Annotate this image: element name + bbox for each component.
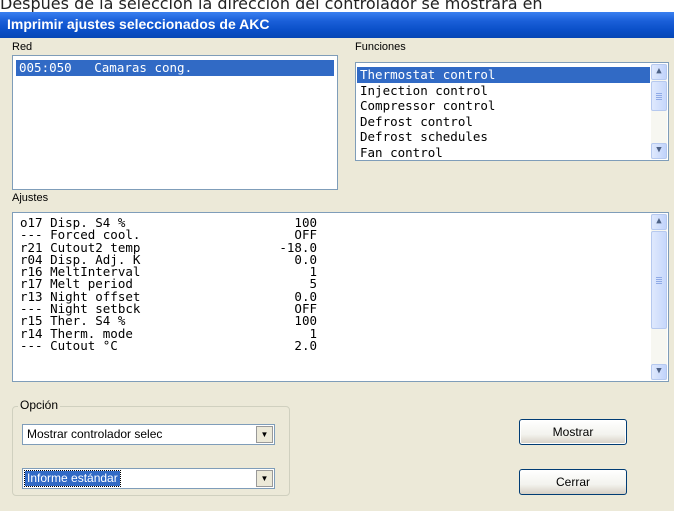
cerrar-button[interactable]: Cerrar [519, 469, 627, 495]
scroll-thumb[interactable] [651, 81, 667, 111]
window-title: Imprimir ajustes seleccionados de AKC [7, 16, 270, 32]
list-item[interactable]: Defrost control [357, 114, 650, 130]
ajustes-label: Ajustes [12, 192, 49, 204]
ajustes-listbox[interactable]: o17 Disp. S4 % 100 --- Forced cool. OFF r21 … [12, 212, 669, 382]
funciones-listbox[interactable]: Thermostat control Injection control Compr… [355, 62, 669, 161]
display-mode-value: Mostrar controlador selec [27, 427, 163, 441]
setting-value: 2.0 [294, 337, 317, 353]
list-item[interactable]: Defrost schedules [357, 129, 650, 145]
list-item[interactable]: Injection control [357, 83, 650, 99]
list-item[interactable]: Compressor control [357, 98, 650, 114]
ajustes-scrollbar[interactable]: ▲ ▼ [651, 214, 667, 380]
funciones-scrollbar[interactable]: ▲ ▼ [651, 64, 667, 159]
table-row[interactable]: --- Cutout °C 2.0 [17, 337, 317, 353]
scroll-up-icon[interactable]: ▲ [651, 214, 667, 230]
print-settings-dialog: Imprimir ajustes seleccionados de AKC Re… [0, 12, 674, 511]
grip-icon [656, 92, 662, 100]
display-mode-select[interactable]: Mostrar controlador selec ▼ [22, 424, 275, 445]
red-listbox[interactable]: 005:050 Camaras cong. [12, 55, 338, 190]
scroll-up-icon[interactable]: ▲ [651, 64, 667, 80]
scroll-down-icon[interactable]: ▼ [651, 143, 667, 159]
scroll-thumb[interactable] [651, 231, 667, 329]
list-item[interactable]: 005:050 Camaras cong. [16, 60, 334, 76]
opcion-label: Opción [18, 398, 61, 412]
title-bar[interactable]: Imprimir ajustes seleccionados de AKC [0, 12, 674, 38]
setting-name: --- Cutout °C [20, 337, 118, 353]
list-item[interactable]: Fan control [357, 145, 650, 160]
grip-icon [656, 276, 662, 284]
funciones-label: Funciones [355, 41, 406, 53]
red-label: Red [12, 41, 33, 53]
chevron-down-icon[interactable]: ▼ [256, 426, 273, 443]
report-type-select[interactable]: Informe estándar ▼ [22, 468, 275, 489]
report-type-value: Informe estándar [24, 470, 121, 487]
chevron-down-icon[interactable]: ▼ [256, 470, 273, 487]
list-item[interactable]: Thermostat control [357, 67, 650, 83]
scroll-down-icon[interactable]: ▼ [651, 364, 667, 380]
mostrar-button[interactable]: Mostrar [519, 419, 627, 445]
